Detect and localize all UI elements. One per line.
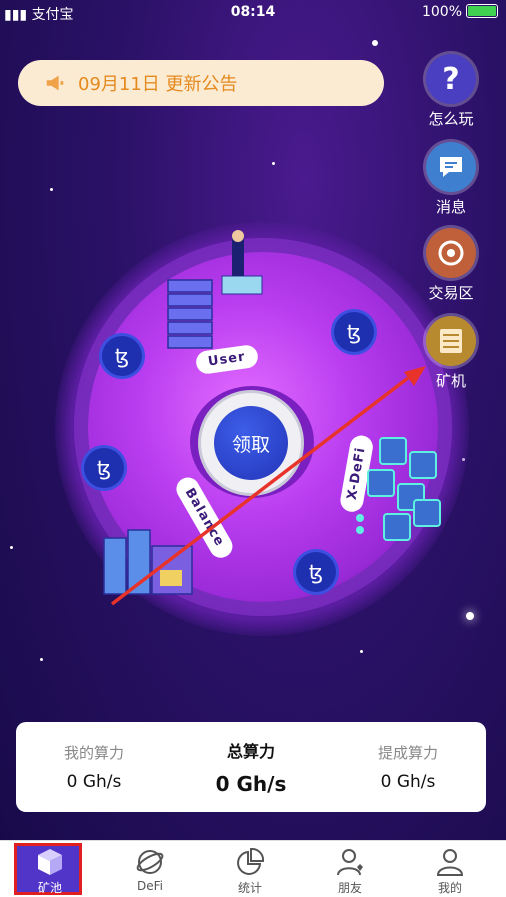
- tab-statistics[interactable]: 统计: [200, 841, 300, 897]
- side-item-messages[interactable]: 消息: [416, 142, 486, 217]
- server-icon: [426, 316, 476, 366]
- question-icon: ?: [426, 54, 476, 104]
- total-hashrate-value: 0 Gh/s: [215, 772, 287, 796]
- hashrate-panel: 我的算力 0 Gh/s 总算力 0 Gh/s 提成算力 0 Gh/s: [16, 722, 486, 812]
- tab-label: DeFi: [137, 879, 163, 893]
- tab-label: 朋友: [337, 881, 362, 895]
- screen: { "status_bar": {"carrier": "支付宝", "time…: [0, 0, 506, 897]
- my-hashrate: 我的算力 0 Gh/s: [16, 722, 172, 812]
- user-icon: [436, 849, 464, 876]
- withdraw-hashrate-label: 提成算力: [377, 744, 438, 762]
- side-item-exchange[interactable]: 交易区: [416, 228, 486, 303]
- exchange-icon: [426, 228, 476, 278]
- tab-pool[interactable]: 矿池: [0, 841, 100, 897]
- withdraw-hashrate: 提成算力 0 Gh/s: [330, 722, 486, 812]
- tab-profile[interactable]: 我的: [400, 841, 500, 897]
- message-icon: [426, 142, 476, 192]
- side-item-miner[interactable]: 矿机: [416, 316, 486, 391]
- side-item-how-to-play[interactable]: ? 怎么玩: [416, 54, 486, 129]
- tab-label: 统计: [237, 881, 262, 895]
- total-hashrate-label: 总算力: [226, 742, 275, 761]
- total-hashrate: 总算力 0 Gh/s: [173, 722, 329, 812]
- planet-icon: [136, 850, 164, 874]
- side-item-label: 怎么玩: [428, 110, 474, 128]
- my-hashrate-label: 我的算力: [63, 744, 124, 762]
- tab-bar: 矿池 DeFi 统计 朋友 我的: [0, 840, 506, 897]
- friends-icon: [337, 849, 363, 876]
- side-item-label: 消息: [435, 198, 466, 216]
- tab-label: 矿池: [37, 881, 62, 895]
- side-item-label: 交易区: [428, 284, 474, 302]
- tab-friends[interactable]: 朋友: [300, 841, 400, 897]
- withdraw-hashrate-value: 0 Gh/s: [380, 772, 436, 792]
- tab-label: 我的: [437, 881, 462, 895]
- my-hashrate-value: 0 Gh/s: [66, 772, 122, 792]
- cube-icon: [38, 849, 62, 875]
- tab-defi[interactable]: DeFi: [100, 841, 200, 897]
- side-item-label: 矿机: [435, 372, 466, 390]
- pie-chart-icon: [237, 847, 265, 875]
